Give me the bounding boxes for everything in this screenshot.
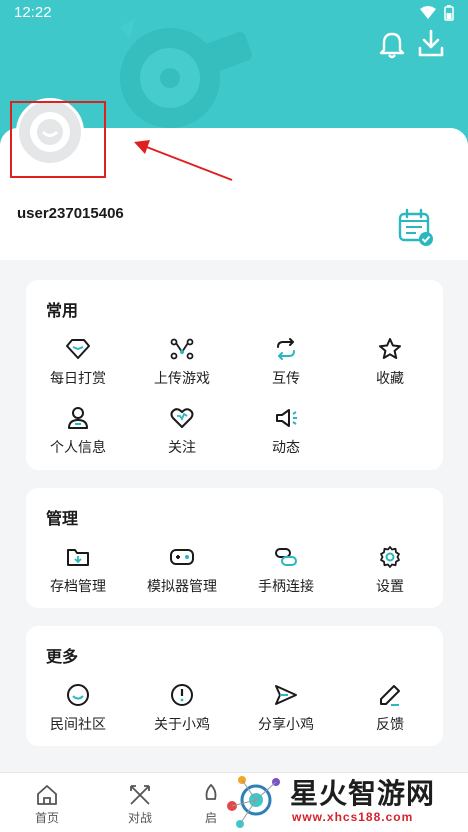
username: user237015406 [17, 205, 124, 222]
info-icon [171, 684, 193, 706]
heart-icon [170, 408, 194, 428]
menu-item-label: 上传游戏 [154, 371, 210, 387]
menu-item-label: 动态 [272, 440, 300, 456]
nav-tab-home[interactable]: 首页 [12, 783, 82, 826]
diamond-icon [66, 339, 90, 359]
section-title-common: 常用 [46, 301, 79, 320]
menu-item-label: 模拟器管理 [147, 579, 217, 595]
gamepad-icon [170, 549, 194, 565]
star-icon [379, 338, 401, 359]
header-decoration-icon [120, 18, 252, 128]
menu-item-about[interactable]: 关于小鸡 [130, 682, 234, 734]
status-icons [420, 5, 454, 21]
sync-icon [277, 338, 295, 360]
send-icon [275, 685, 297, 705]
battery-icon [444, 5, 454, 21]
nav-tab-battle[interactable]: 对战 [105, 783, 175, 826]
menu-item-label: 设置 [376, 579, 404, 595]
annotation-highlight-box [10, 101, 106, 178]
nav-tab-label: 首页 [34, 811, 59, 825]
home-icon [37, 785, 57, 805]
annotation-arrow-icon [134, 140, 233, 181]
pencil-icon [380, 685, 400, 706]
menu-item-label: 反馈 [376, 717, 404, 733]
menu-item-upload-game[interactable]: 上传游戏 [130, 336, 234, 388]
speaker-icon [276, 409, 297, 427]
link-icon [275, 548, 297, 566]
menu-item-label: 收藏 [376, 371, 404, 387]
menu-item-label: 互传 [272, 371, 300, 387]
section-title-manage: 管理 [46, 509, 79, 528]
section-common: 常用 每日打赏 上传游戏 互传 收藏 个人信息 关注 动态 [26, 280, 443, 470]
section-title-more: 更多 [46, 647, 79, 666]
section-manage: 管理 存档管理 模拟器管理 手柄连接 设置 [26, 488, 443, 608]
menu-item-controller-connect[interactable]: 手柄连接 [234, 544, 338, 596]
watermark-logo-icon [227, 776, 280, 828]
watermark-url: www.xhcs188.com [292, 810, 414, 824]
menu-item-activity[interactable]: 动态 [234, 405, 338, 457]
menu-item-share[interactable]: 分享小鸡 [234, 682, 338, 734]
menu-item-label: 每日打赏 [50, 371, 106, 387]
download-icon [418, 29, 444, 57]
wifi-icon [420, 6, 436, 19]
menu-item-label: 个人信息 [50, 440, 106, 456]
folder-icon [67, 549, 89, 566]
menu-item-personal-info[interactable]: 个人信息 [26, 405, 130, 457]
menu-item-label: 民间社区 [50, 717, 106, 733]
menu-item-feedback[interactable]: 反馈 [338, 682, 442, 734]
status-time: 12:22 [14, 4, 52, 21]
menu-item-emulator-manager[interactable]: 模拟器管理 [130, 544, 234, 596]
download-button[interactable] [416, 28, 446, 60]
menu-item-transfer[interactable]: 互传 [234, 336, 338, 388]
status-bar: 12:22 [0, 0, 468, 26]
gear-icon [380, 546, 400, 568]
menu-item-label: 存档管理 [50, 579, 106, 595]
site-watermark: 星火智游网 www.xhcs188.com [220, 766, 468, 832]
menu-item-label: 关于小鸡 [154, 717, 210, 733]
checkin-button[interactable] [396, 208, 436, 248]
person-icon [68, 407, 88, 429]
watermark-title: 星火智游网 [290, 777, 436, 810]
menu-item-settings[interactable]: 设置 [338, 544, 442, 596]
menu-item-label: 手柄连接 [258, 579, 314, 595]
menu-item-daily-reward[interactable]: 每日打赏 [26, 336, 130, 388]
menu-item-favorites[interactable]: 收藏 [338, 336, 442, 388]
swords-icon [130, 785, 150, 805]
nav-tab-label: 对战 [127, 811, 152, 825]
bell-icon [379, 32, 405, 59]
calendar-check-icon [398, 208, 433, 246]
menu-item-community[interactable]: 民间社区 [26, 682, 130, 734]
nav-tab-label: 启 [204, 811, 217, 825]
smile-icon [67, 684, 89, 706]
menu-item-label: 关注 [168, 440, 196, 456]
section-more: 更多 民间社区 关于小鸡 分享小鸡 反馈 [26, 626, 443, 746]
nodes-icon [170, 338, 194, 360]
menu-item-save-manager[interactable]: 存档管理 [26, 544, 130, 596]
menu-item-follow[interactable]: 关注 [130, 405, 234, 457]
menu-item-label: 分享小鸡 [258, 717, 314, 733]
notification-button[interactable] [377, 30, 407, 60]
